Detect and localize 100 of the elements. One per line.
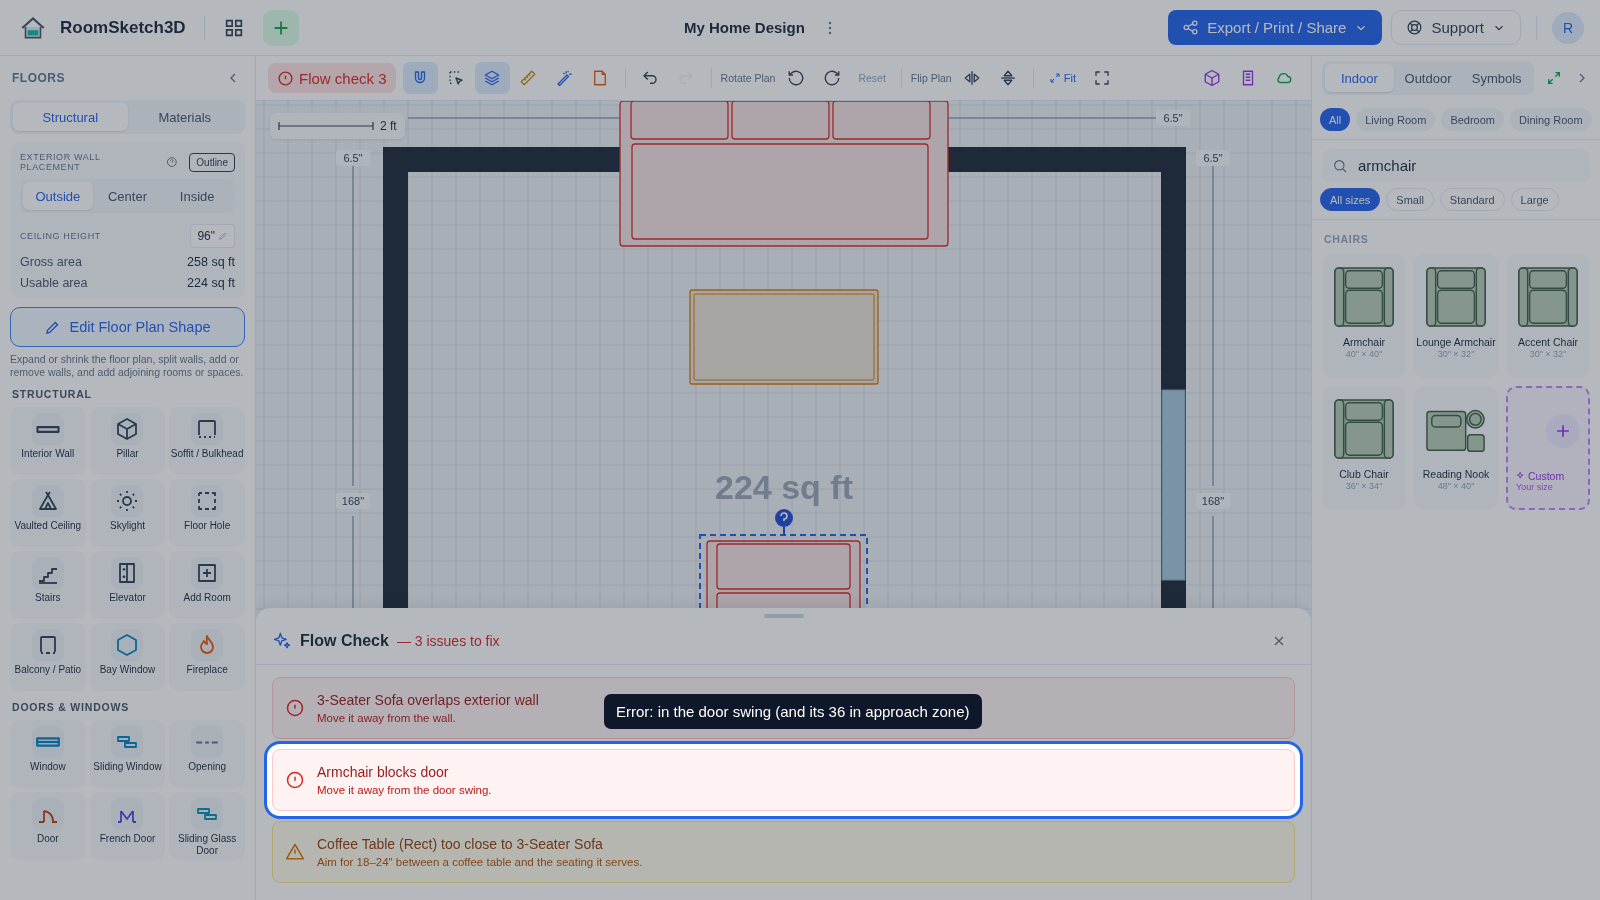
item-size: 40" × 40"	[1345, 348, 1383, 359]
element-tile[interactable]: Interior Wall	[10, 407, 86, 476]
armchair-icon	[1333, 398, 1395, 460]
custom-item-card[interactable]: Custom Your size	[1506, 386, 1590, 510]
category-chip[interactable]: Bedroom	[1441, 108, 1504, 131]
library-tab[interactable]: Outdoor	[1393, 64, 1463, 92]
section-title: CHAIRS	[1324, 233, 1370, 245]
armchair-icon	[1425, 266, 1487, 328]
magnet-icon[interactable]	[402, 62, 438, 94]
export-button[interactable]: Export / Print / Share	[1168, 10, 1383, 45]
scale-bar: 2 ft	[270, 113, 405, 139]
interior-wall-icon	[35, 425, 60, 433]
sidebar-tab[interactable]: Structural	[13, 103, 128, 131]
warning-icon	[285, 842, 305, 862]
panel-title: Flow Check	[300, 632, 389, 650]
window-icon	[35, 737, 60, 748]
furniture-card[interactable]: Reading Nook 48" × 40"	[1414, 386, 1498, 510]
lifebuoy-icon	[1406, 19, 1424, 36]
support-button[interactable]: Support	[1391, 10, 1521, 45]
element-tile[interactable]: Sliding Window	[89, 720, 166, 789]
size-filter-chip[interactable]: Large	[1510, 188, 1559, 211]
element-tile[interactable]: Skylight	[89, 479, 166, 548]
tooltip: Error: in the door swing (and its 36 in approach zone)	[604, 694, 982, 729]
element-tile[interactable]: Elevator	[89, 551, 166, 620]
library-tab[interactable]: Symbols	[1462, 64, 1531, 92]
element-tile[interactable]: Opening	[169, 720, 245, 789]
stat-value: 258 sq ft	[187, 255, 235, 269]
placement-option[interactable]: Outside	[23, 182, 93, 210]
element-tile[interactable]: Floor Hole	[169, 479, 245, 548]
ceiling-height-field[interactable]: 96"	[190, 224, 235, 248]
wall-placement-label: EXTERIOR WALL PLACEMENT	[20, 152, 102, 172]
toolbar-label: Rotate Plan	[720, 72, 776, 84]
section-title: DOORS & WINDOWS	[12, 701, 130, 714]
skylight-icon	[115, 489, 140, 514]
alert-icon	[277, 69, 294, 87]
error-icon	[285, 698, 305, 718]
issue-detail: Move it away from the door swing.	[317, 784, 492, 796]
issue-count: — 3 issues to fix	[396, 633, 500, 649]
share-icon	[1182, 19, 1200, 36]
pillar-icon	[115, 417, 140, 442]
expand-arrows-icon	[1048, 72, 1061, 84]
issue-title: Armchair blocks door	[317, 764, 450, 780]
element-tile[interactable]: Stairs	[10, 551, 86, 620]
panel-title: FLOORS	[12, 71, 65, 85]
add-button[interactable]	[262, 9, 299, 46]
section-title: STRUCTURAL	[12, 388, 93, 401]
element-tile[interactable]: French Door	[89, 792, 166, 861]
custom-title: Custom	[1516, 470, 1565, 482]
placement-option[interactable]: Center	[92, 182, 163, 210]
opening-icon	[195, 739, 220, 745]
element-tile[interactable]: Sliding Glass Door	[169, 792, 245, 861]
furniture-card[interactable]: Armchair 40" × 40"	[1322, 254, 1406, 378]
help-icon[interactable]	[165, 156, 178, 168]
issue-item[interactable]: Coffee Table (Rect) too close to 3-Seater Sofa Aim for 18–24" between a coffee table and the seating it serves.	[272, 821, 1295, 883]
dimension-label: 168"	[1196, 493, 1230, 509]
item-size: 48" × 40"	[1437, 480, 1475, 491]
fit-button[interactable]: Fit	[1040, 72, 1084, 84]
element-tile[interactable]: Vaulted Ceiling	[10, 479, 86, 548]
element-tile[interactable]: Bay Window	[89, 623, 166, 692]
edit-hint: Expand or shrink the floor plan, split walls, add or remove walls, and add adjoining rooms or spaces.	[10, 353, 245, 379]
element-tile[interactable]: Window	[10, 720, 86, 789]
custom-subtitle: Your size	[1516, 482, 1553, 492]
layers-icon[interactable]	[474, 62, 510, 94]
edit-floor-plan-button[interactable]: Edit Floor Plan Shape	[10, 307, 245, 347]
error-icon	[285, 770, 305, 790]
size-filter-chip[interactable]: Small	[1386, 188, 1434, 211]
room-area-label: 224 sq ft	[715, 468, 853, 506]
search-input[interactable]: armchair	[1356, 156, 1560, 175]
dimension-label: 6.5"	[1156, 110, 1190, 126]
element-tile[interactable]: Door	[10, 792, 86, 861]
sparkle-icon	[272, 631, 292, 651]
element-tile[interactable]: Fireplace	[169, 623, 245, 692]
element-tile[interactable]: Add Room	[169, 551, 245, 620]
pencil-icon	[218, 231, 228, 241]
stat-label: Gross area	[20, 255, 82, 269]
issue-detail: Aim for 18–24" between a coffee table and the seating it serves.	[317, 856, 643, 868]
dimension-label: 168"	[336, 493, 370, 509]
sidebar-tab[interactable]: Materials	[127, 103, 242, 131]
bay-window-icon	[115, 633, 140, 658]
expand-icon[interactable]	[1546, 70, 1562, 86]
size-filter-chip[interactable]: All sizes	[1320, 188, 1381, 211]
category-chip[interactable]: Living Room	[1356, 108, 1436, 131]
armchair-icon	[1517, 266, 1579, 328]
search-field[interactable]: armchair	[1322, 149, 1590, 182]
element-tile[interactable]: Soffit / Bulkhead	[169, 407, 245, 476]
library-tab[interactable]: Indoor	[1325, 64, 1394, 92]
element-tile[interactable]: Pillar	[89, 407, 166, 476]
element-tile[interactable]: Balcony / Patio	[10, 623, 86, 692]
stat-value: 224 sq ft	[187, 276, 235, 290]
issue-title: Coffee Table (Rect) too close to 3-Seater Sofa	[317, 836, 604, 852]
category-chip[interactable]: Dining Room	[1510, 108, 1592, 131]
location-pin-icon[interactable]	[775, 509, 793, 536]
outline-button[interactable]: Outline	[189, 152, 235, 172]
placement-option[interactable]: Inside	[162, 182, 232, 210]
size-filter-chip[interactable]: Standard	[1439, 188, 1505, 211]
document-title: My Home Design	[684, 19, 805, 36]
sparkle-icon	[1516, 471, 1526, 481]
dimension-label: 6.5"	[336, 150, 370, 166]
app-name: RoomSketch3D	[60, 17, 186, 38]
category-chip[interactable]: All	[1320, 108, 1351, 131]
